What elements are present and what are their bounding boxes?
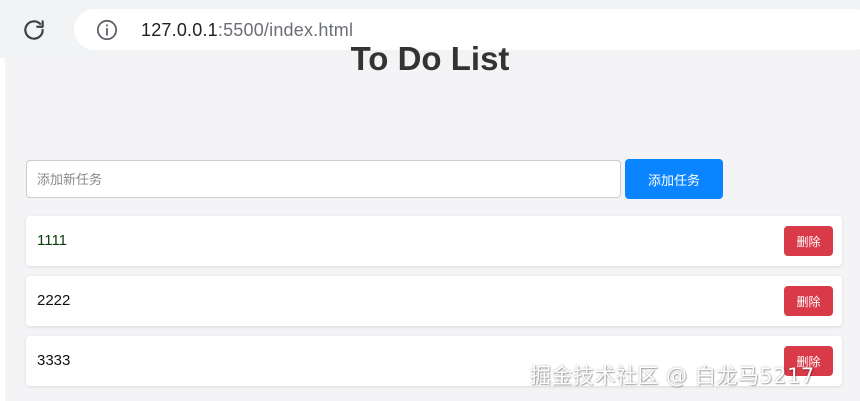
task-text: 2222 (37, 292, 71, 309)
url-path: :5500/index.html (217, 20, 354, 40)
task-item: 1111 删除 (26, 216, 842, 266)
delete-button[interactable]: 删除 (784, 286, 833, 316)
url-text[interactable]: 127.0.0.1:5500/index.html (141, 20, 353, 41)
info-icon[interactable] (96, 19, 118, 41)
task-text: 1111 (37, 232, 68, 249)
new-task-input[interactable] (26, 160, 621, 198)
add-task-button[interactable]: 添加任务 (625, 159, 723, 199)
page-title: To Do List (350, 40, 510, 77)
watermark: 掘金技术社区 @ 白龙马5217 (530, 364, 815, 388)
delete-button[interactable]: 删除 (784, 226, 833, 256)
task-item: 2222 删除 (26, 276, 842, 326)
task-text: 3333 (37, 352, 71, 369)
url-host: 127.0.0.1 (141, 20, 218, 40)
